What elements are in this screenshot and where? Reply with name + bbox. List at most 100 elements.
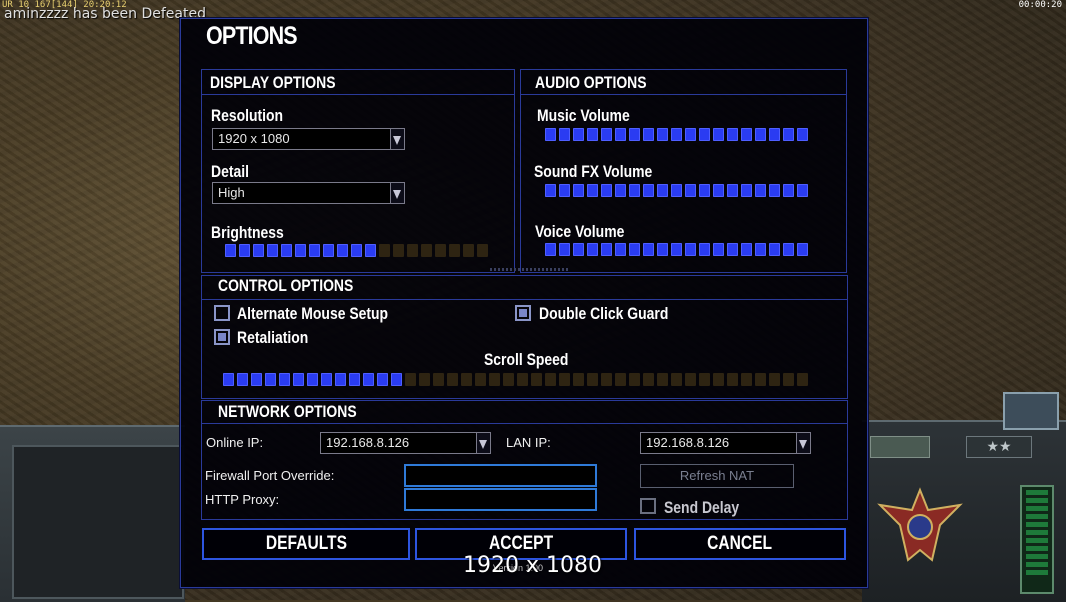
- slider-segment[interactable]: [699, 243, 710, 256]
- slider-segment[interactable]: [643, 128, 654, 141]
- slider-segment[interactable]: [769, 243, 780, 256]
- slider-segment[interactable]: [239, 244, 250, 257]
- slider-segment[interactable]: [545, 243, 556, 256]
- cancel-button[interactable]: CANCEL: [634, 528, 846, 560]
- slider-segment[interactable]: [769, 128, 780, 141]
- slider-segment[interactable]: [713, 184, 724, 197]
- slider-segment[interactable]: [755, 184, 766, 197]
- slider-segment[interactable]: [391, 373, 402, 386]
- slider-segment[interactable]: [377, 373, 388, 386]
- firewall-port-input[interactable]: [404, 464, 597, 487]
- slider-segment[interactable]: [587, 184, 598, 197]
- slider-segment[interactable]: [447, 373, 458, 386]
- refresh-nat-button[interactable]: Refresh NAT: [640, 464, 794, 488]
- slider-segment[interactable]: [559, 128, 570, 141]
- slider-segment[interactable]: [797, 184, 808, 197]
- chevron-down-icon[interactable]: [796, 433, 810, 453]
- slider-segment[interactable]: [419, 373, 430, 386]
- slider-segment[interactable]: [755, 243, 766, 256]
- alternate-mouse-checkbox[interactable]: [214, 305, 230, 321]
- voice-volume-slider[interactable]: [545, 243, 808, 256]
- slider-segment[interactable]: [615, 243, 626, 256]
- slider-segment[interactable]: [657, 184, 668, 197]
- slider-segment[interactable]: [545, 373, 556, 386]
- slider-segment[interactable]: [657, 128, 668, 141]
- slider-segment[interactable]: [587, 243, 598, 256]
- slider-segment[interactable]: [727, 184, 738, 197]
- slider-segment[interactable]: [251, 373, 262, 386]
- chevron-down-icon[interactable]: [476, 433, 490, 453]
- slider-segment[interactable]: [559, 184, 570, 197]
- slider-segment[interactable]: [671, 184, 682, 197]
- slider-segment[interactable]: [573, 373, 584, 386]
- slider-segment[interactable]: [223, 373, 234, 386]
- slider-segment[interactable]: [407, 244, 418, 257]
- retaliation-checkbox[interactable]: [214, 329, 230, 345]
- music-volume-slider[interactable]: [545, 128, 808, 141]
- slider-segment[interactable]: [615, 184, 626, 197]
- slider-segment[interactable]: [267, 244, 278, 257]
- slider-segment[interactable]: [615, 373, 626, 386]
- slider-segment[interactable]: [643, 373, 654, 386]
- slider-segment[interactable]: [699, 184, 710, 197]
- slider-segment[interactable]: [643, 243, 654, 256]
- slider-segment[interactable]: [559, 373, 570, 386]
- slider-segment[interactable]: [629, 243, 640, 256]
- slider-segment[interactable]: [435, 244, 446, 257]
- slider-segment[interactable]: [727, 128, 738, 141]
- slider-segment[interactable]: [461, 373, 472, 386]
- slider-segment[interactable]: [237, 373, 248, 386]
- slider-segment[interactable]: [573, 243, 584, 256]
- slider-segment[interactable]: [783, 243, 794, 256]
- slider-segment[interactable]: [797, 128, 808, 141]
- slider-segment[interactable]: [295, 244, 306, 257]
- slider-segment[interactable]: [253, 244, 264, 257]
- slider-segment[interactable]: [309, 244, 320, 257]
- send-delay-checkbox[interactable]: [640, 498, 656, 514]
- slider-segment[interactable]: [281, 244, 292, 257]
- slider-segment[interactable]: [545, 184, 556, 197]
- slider-segment[interactable]: [727, 373, 738, 386]
- slider-segment[interactable]: [463, 244, 474, 257]
- slider-segment[interactable]: [587, 373, 598, 386]
- slider-segment[interactable]: [265, 373, 276, 386]
- slider-segment[interactable]: [337, 244, 348, 257]
- slider-segment[interactable]: [405, 373, 416, 386]
- sound-fx-volume-slider[interactable]: [545, 184, 808, 197]
- slider-segment[interactable]: [503, 373, 514, 386]
- slider-segment[interactable]: [769, 373, 780, 386]
- resolution-dropdown[interactable]: 1920 x 1080: [212, 128, 405, 150]
- slider-segment[interactable]: [335, 373, 346, 386]
- online-ip-dropdown[interactable]: 192.168.8.126: [320, 432, 491, 454]
- slider-segment[interactable]: [685, 128, 696, 141]
- scroll-speed-slider[interactable]: [223, 373, 808, 386]
- slider-segment[interactable]: [433, 373, 444, 386]
- slider-segment[interactable]: [545, 128, 556, 141]
- slider-segment[interactable]: [379, 244, 390, 257]
- slider-segment[interactable]: [601, 128, 612, 141]
- slider-segment[interactable]: [601, 243, 612, 256]
- slider-segment[interactable]: [601, 184, 612, 197]
- slider-segment[interactable]: [363, 373, 374, 386]
- slider-segment[interactable]: [449, 244, 460, 257]
- slider-segment[interactable]: [393, 244, 404, 257]
- slider-segment[interactable]: [657, 243, 668, 256]
- slider-segment[interactable]: [657, 373, 668, 386]
- chevron-down-icon[interactable]: [390, 183, 404, 203]
- slider-segment[interactable]: [685, 184, 696, 197]
- chevron-down-icon[interactable]: [390, 129, 404, 149]
- slider-segment[interactable]: [225, 244, 236, 257]
- slider-segment[interactable]: [615, 128, 626, 141]
- slider-segment[interactable]: [797, 373, 808, 386]
- slider-segment[interactable]: [713, 128, 724, 141]
- slider-segment[interactable]: [797, 243, 808, 256]
- slider-segment[interactable]: [321, 373, 332, 386]
- double-click-guard-checkbox[interactable]: [515, 305, 531, 321]
- slider-segment[interactable]: [489, 373, 500, 386]
- slider-segment[interactable]: [643, 184, 654, 197]
- slider-segment[interactable]: [783, 184, 794, 197]
- slider-segment[interactable]: [517, 373, 528, 386]
- slider-segment[interactable]: [741, 243, 752, 256]
- slider-segment[interactable]: [685, 243, 696, 256]
- slider-segment[interactable]: [685, 373, 696, 386]
